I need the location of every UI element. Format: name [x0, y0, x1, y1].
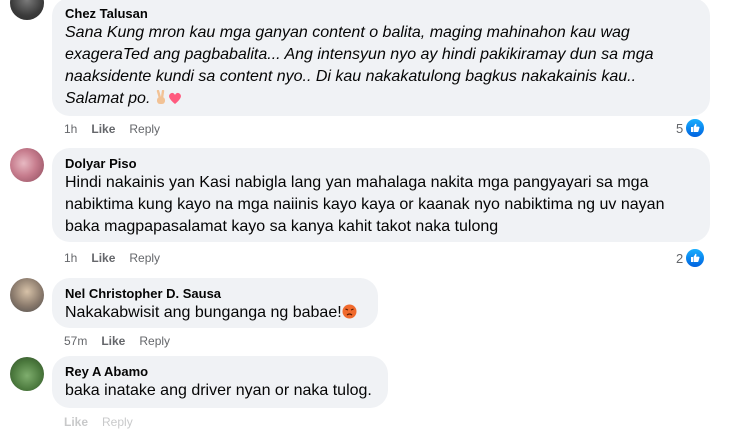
comment-author[interactable]: Chez Talusan — [65, 5, 697, 22]
comment-text: Nakakabwisit ang bunganga ng babae! — [65, 302, 365, 326]
avatar[interactable] — [10, 148, 44, 182]
comment-author[interactable]: Dolyar Piso — [65, 155, 697, 172]
like-button[interactable]: Like — [64, 415, 88, 429]
comment-bubble: Rey A Abamo baka inatake ang driver nyan… — [52, 356, 388, 408]
angry-face-emoji — [342, 304, 357, 326]
comment-time[interactable]: 1h — [64, 251, 77, 265]
like-button[interactable]: Like — [91, 122, 115, 136]
comment-time[interactable]: 57m — [64, 334, 87, 348]
reaction-number: 2 — [676, 250, 684, 266]
reply-button[interactable]: Reply — [139, 334, 170, 348]
comment-actions: 1h Like Reply — [64, 250, 174, 266]
comment-bubble: Dolyar Piso Hindi nakainis yan Kasi nabi… — [52, 148, 710, 242]
victory-hand-emoji — [155, 89, 168, 112]
avatar[interactable] — [10, 0, 44, 20]
reaction-count[interactable]: 5 — [676, 118, 706, 138]
avatar[interactable] — [10, 278, 44, 312]
reply-button[interactable]: Reply — [102, 415, 133, 429]
reaction-number: 5 — [676, 120, 684, 136]
comment-actions: Like Reply — [64, 414, 147, 430]
avatar[interactable] — [10, 357, 44, 391]
comment-actions: 1h Like Reply — [64, 121, 174, 137]
like-icon — [685, 248, 706, 268]
comment-author[interactable]: Rey A Abamo — [65, 363, 375, 380]
like-button[interactable]: Like — [91, 251, 115, 265]
like-icon — [685, 118, 706, 138]
comment-text: Hindi nakainis yan Kasi nabigla lang yan… — [65, 174, 665, 235]
comment-bubble: Chez Talusan Sana Kung mron kau mga gany… — [52, 0, 710, 116]
like-button[interactable]: Like — [101, 334, 125, 348]
comment-author[interactable]: Nel Christopher D. Sausa — [65, 285, 365, 302]
reaction-count[interactable]: 2 — [676, 248, 706, 268]
reply-button[interactable]: Reply — [129, 251, 160, 265]
comment-actions: 57m Like Reply — [64, 333, 184, 349]
reply-button[interactable]: Reply — [129, 122, 160, 136]
comment-text: Sana Kung mron kau mga ganyan content o … — [65, 22, 697, 112]
comment-bubble: Nel Christopher D. Sausa Nakakabwisit an… — [52, 278, 378, 328]
comment-text: baka inatake ang driver nyan or naka tul… — [65, 382, 372, 399]
comment-time[interactable]: 1h — [64, 122, 77, 136]
heart-emoji — [168, 90, 182, 112]
